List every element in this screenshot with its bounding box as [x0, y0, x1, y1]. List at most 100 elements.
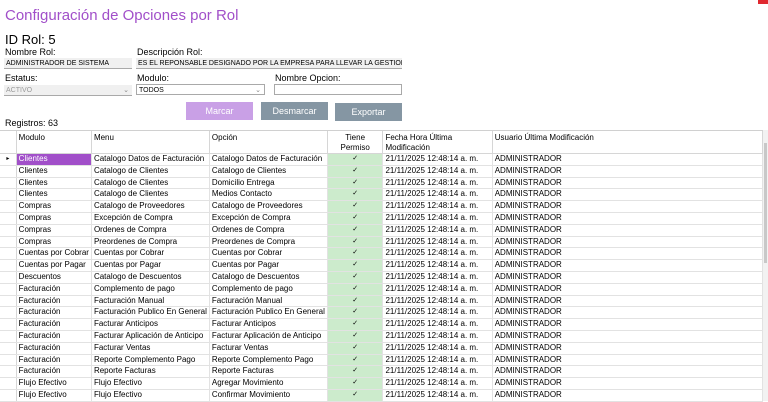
- column-header-menu[interactable]: Menu: [91, 131, 209, 154]
- table-row[interactable]: FacturaciónFacturar Aplicación de Antici…: [0, 330, 763, 342]
- row-header[interactable]: [0, 189, 16, 201]
- row-header[interactable]: [0, 271, 16, 283]
- cell-tiene-permiso[interactable]: ✓: [327, 248, 383, 260]
- row-header[interactable]: [0, 283, 16, 295]
- column-header-tiene-permiso[interactable]: Tiene Permiso: [327, 131, 383, 154]
- cell-tiene-permiso[interactable]: ✓: [327, 189, 383, 201]
- cell-tiene-permiso[interactable]: ✓: [327, 165, 383, 177]
- cell-usuario: ADMINISTRADOR: [492, 236, 762, 248]
- cell-opcion: Facturar Anticipos: [209, 319, 327, 331]
- cell-opcion: Facturar Aplicación de Anticipo: [209, 330, 327, 342]
- cell-modulo: Compras: [16, 236, 91, 248]
- row-header[interactable]: [0, 177, 16, 189]
- cell-tiene-permiso[interactable]: ✓: [327, 212, 383, 224]
- table-row[interactable]: Flujo EfectivoFlujo EfectivoConfirmar Mo…: [0, 389, 763, 401]
- cell-tiene-permiso[interactable]: ✓: [327, 378, 383, 390]
- table-row[interactable]: FacturaciónFacturar AnticiposFacturar An…: [0, 319, 763, 331]
- row-header[interactable]: [0, 342, 16, 354]
- nombre-opcion-input[interactable]: [274, 84, 402, 95]
- cell-tiene-permiso[interactable]: ✓: [327, 283, 383, 295]
- marcar-button[interactable]: Marcar: [186, 102, 253, 120]
- cell-fecha: 21/11/2025 12:48:14 a. m.: [383, 177, 492, 189]
- cell-tiene-permiso[interactable]: ✓: [327, 177, 383, 189]
- row-header[interactable]: [0, 165, 16, 177]
- cell-opcion: Excepción de Compra: [209, 212, 327, 224]
- cell-tiene-permiso[interactable]: ✓: [327, 307, 383, 319]
- cell-tiene-permiso[interactable]: ✓: [327, 236, 383, 248]
- exportar-button[interactable]: Exportar: [335, 103, 402, 121]
- cell-tiene-permiso[interactable]: ✓: [327, 154, 383, 166]
- scrollbar-thumb[interactable]: [764, 143, 767, 263]
- table-row[interactable]: ▸ClientesCatalogo Datos de FacturaciónCa…: [0, 154, 763, 166]
- current-row-indicator[interactable]: ▸: [0, 154, 16, 166]
- table-row[interactable]: FacturaciónFacturación ManualFacturación…: [0, 295, 763, 307]
- table-row[interactable]: ComprasOrdenes de CompraOrdenes de Compr…: [0, 224, 763, 236]
- cell-tiene-permiso[interactable]: ✓: [327, 342, 383, 354]
- cell-tiene-permiso[interactable]: ✓: [327, 271, 383, 283]
- row-header[interactable]: [0, 354, 16, 366]
- table-row[interactable]: Cuentas por CobrarCuentas por CobrarCuen…: [0, 248, 763, 260]
- cell-tiene-permiso[interactable]: ✓: [327, 354, 383, 366]
- cell-tiene-permiso[interactable]: ✓: [327, 330, 383, 342]
- row-header[interactable]: [0, 330, 16, 342]
- row-header[interactable]: [0, 378, 16, 390]
- table-row[interactable]: ClientesCatalogo de ClientesMedios Conta…: [0, 189, 763, 201]
- table-row[interactable]: ComprasCatalogo de ProveedoresCatalogo d…: [0, 201, 763, 213]
- cell-opcion: Reporte Complemento Pago: [209, 354, 327, 366]
- cell-usuario: ADMINISTRADOR: [492, 283, 762, 295]
- column-header-modulo[interactable]: Modulo: [16, 131, 91, 154]
- cell-tiene-permiso[interactable]: ✓: [327, 295, 383, 307]
- table-row[interactable]: DescuentosCatalogo de DescuentosCatalogo…: [0, 271, 763, 283]
- estatus-label: Estatus:: [5, 73, 38, 83]
- cell-menu: Catalogo de Proveedores: [91, 201, 209, 213]
- row-header[interactable]: [0, 307, 16, 319]
- column-header-usuario[interactable]: Usuario Última Modificación: [492, 131, 762, 154]
- estatus-select[interactable]: ACTIVO ⌄: [4, 85, 132, 96]
- row-header[interactable]: [0, 319, 16, 331]
- row-header[interactable]: [0, 224, 16, 236]
- cell-opcion: Catalogo de Clientes: [209, 165, 327, 177]
- cell-tiene-permiso[interactable]: ✓: [327, 389, 383, 401]
- row-header[interactable]: [0, 366, 16, 378]
- cell-tiene-permiso[interactable]: ✓: [327, 319, 383, 331]
- table-row[interactable]: ClientesCatalogo de ClientesCatalogo de …: [0, 165, 763, 177]
- cell-modulo: Clientes: [16, 189, 91, 201]
- cell-tiene-permiso[interactable]: ✓: [327, 201, 383, 213]
- table-row[interactable]: Flujo EfectivoFlujo EfectivoAgregar Movi…: [0, 378, 763, 390]
- row-header[interactable]: [0, 201, 16, 213]
- cell-tiene-permiso[interactable]: ✓: [327, 260, 383, 272]
- row-header[interactable]: [0, 389, 16, 401]
- cell-menu: Catalogo de Clientes: [91, 177, 209, 189]
- row-header[interactable]: [0, 236, 16, 248]
- table-row[interactable]: FacturaciónFacturación Publico En Genera…: [0, 307, 763, 319]
- cell-menu: Facturar Ventas: [91, 342, 209, 354]
- cell-fecha: 21/11/2025 12:48:14 a. m.: [383, 295, 492, 307]
- row-header[interactable]: [0, 260, 16, 272]
- modulo-select[interactable]: TODOS ⌄: [136, 84, 265, 95]
- cell-menu: Reporte Complemento Pago: [91, 354, 209, 366]
- table-row[interactable]: Cuentas por PagarCuentas por PagarCuenta…: [0, 260, 763, 272]
- table-row[interactable]: ComprasExcepción de CompraExcepción de C…: [0, 212, 763, 224]
- desmarcar-button[interactable]: Desmarcar: [261, 102, 328, 120]
- table-row[interactable]: FacturaciónFacturar VentasFacturar Venta…: [0, 342, 763, 354]
- cell-modulo: Compras: [16, 201, 91, 213]
- cell-opcion: Facturación Publico En General: [209, 307, 327, 319]
- cell-opcion: Catalogo de Descuentos: [209, 271, 327, 283]
- column-header-opcion[interactable]: Opción: [209, 131, 327, 154]
- cell-tiene-permiso[interactable]: ✓: [327, 224, 383, 236]
- row-header[interactable]: [0, 212, 16, 224]
- table-row[interactable]: ComprasPreordenes de CompraPreordenes de…: [0, 236, 763, 248]
- cell-menu: Excepción de Compra: [91, 212, 209, 224]
- table-row[interactable]: ClientesCatalogo de ClientesDomicilio En…: [0, 177, 763, 189]
- descripcion-rol-field[interactable]: ES EL REPONSABLE DESIGNADO POR LA EMPRES…: [136, 58, 402, 69]
- table-row[interactable]: FacturaciónComplemento de pagoComplement…: [0, 283, 763, 295]
- row-header[interactable]: [0, 248, 16, 260]
- column-header-fecha[interactable]: Fecha Hora Última Modificación: [383, 131, 492, 154]
- table-row[interactable]: FacturaciónReporte FacturasReporte Factu…: [0, 366, 763, 378]
- nombre-rol-field[interactable]: ADMINISTRADOR DE SISTEMA: [4, 58, 132, 69]
- window-close-strip[interactable]: [758, 0, 768, 4]
- row-header[interactable]: [0, 295, 16, 307]
- registros-count: Registros: 63: [5, 118, 58, 128]
- table-row[interactable]: FacturaciónReporte Complemento PagoRepor…: [0, 354, 763, 366]
- cell-tiene-permiso[interactable]: ✓: [327, 366, 383, 378]
